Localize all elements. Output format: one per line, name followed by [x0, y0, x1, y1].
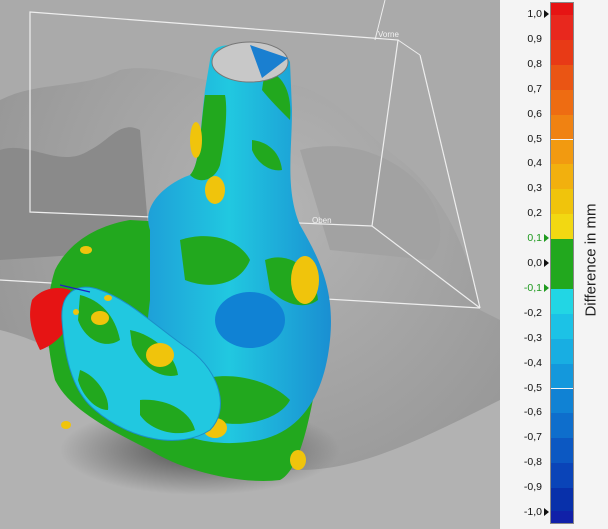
scale-tick-label: -0,8: [523, 456, 542, 469]
scale-tick-label: 0,4: [527, 157, 542, 170]
scale-tick-label: 0,3: [527, 182, 542, 195]
scale-over-range-cap: [551, 3, 573, 15]
scale-tick-label: -0,7: [523, 431, 542, 444]
scale-bin-0: [551, 15, 573, 40]
scale-marker-arrow: [544, 10, 549, 18]
scale-marker-arrow: [544, 259, 549, 267]
scale-bin-16: [551, 438, 573, 464]
deviation-region-yellow: [291, 256, 319, 304]
scale-tick-label: -0,6: [523, 406, 542, 419]
scale-tick-label: -0,3: [523, 331, 542, 344]
scale-marker-arrow: [544, 283, 549, 292]
scale-bin-9: [551, 239, 573, 289]
deviation-region-yellow: [205, 176, 225, 204]
scale-tick-label: -0,9: [523, 481, 542, 494]
scale-bin-10: [551, 288, 573, 314]
deviation-region-yellow: [146, 343, 174, 367]
color-scale-bar: [550, 2, 574, 524]
scale-bin-12: [551, 338, 573, 364]
scale-bin-6: [551, 164, 573, 190]
deviation-region-yellow: [104, 295, 112, 301]
color-legend-panel: 1,0 0,9 0,8 0,7 0,6 0,5 0,4 0,3 0,2 0,1 0,0 -0,1 -0,…: [500, 0, 608, 529]
scale-bin-1: [551, 39, 573, 65]
3d-viewport[interactable]: Vorne Oben: [0, 0, 500, 529]
scale-bin-5: [551, 139, 573, 165]
deviation-region-yellow: [91, 311, 109, 325]
deviation-region-yellow: [80, 246, 92, 254]
scale-bin-18: [551, 488, 573, 513]
scale-tick-label: 0,9: [527, 32, 542, 45]
scale-bin-15: [551, 413, 573, 439]
scale-bin-17: [551, 463, 573, 489]
scale-tick-label: 0,7: [527, 82, 542, 95]
scale-bin-2: [551, 64, 573, 90]
deviation-region-yellow: [290, 450, 306, 470]
scale-tick-label: 0,5: [527, 132, 542, 145]
scale-bin-14: [551, 388, 573, 414]
scale-tick-label: 0,2: [527, 207, 542, 220]
scale-marker-arrow: [544, 508, 549, 516]
scale-tick-label: -0,4: [523, 356, 542, 369]
scale-tick-label: 0,8: [527, 57, 542, 70]
scale-marker-arrow: [544, 234, 549, 243]
legend-title: Difference in mm: [582, 203, 600, 317]
scale-tick-label: -0,1: [523, 281, 542, 294]
scale-tick-label: -1,0: [523, 506, 542, 518]
plane-label-top: Vorne: [378, 30, 399, 39]
scale-bin-13: [551, 363, 573, 389]
scale-bin-7: [551, 189, 573, 215]
deviation-region-yellow: [61, 421, 71, 429]
scale-under-range-cap: [551, 511, 573, 523]
scale-tick-label: 0,6: [527, 107, 542, 120]
scale-bin-4: [551, 114, 573, 140]
scale-tick-label: 0,1: [527, 232, 542, 245]
plane-label-bottom: Oben: [312, 216, 332, 225]
scale-tick-label: -0,5: [523, 381, 542, 394]
deviation-region-yellow: [73, 309, 79, 315]
scale-bin-8: [551, 214, 573, 240]
scale-bin-11: [551, 313, 573, 339]
deviation-region-yellow: [190, 122, 202, 158]
scale-tick-label: 1,0: [527, 8, 542, 20]
scale-tick-label: -0,2: [523, 306, 542, 319]
scale-tick-label: 0,0: [527, 257, 542, 269]
scan-comparison-render[interactable]: Vorne Oben: [0, 0, 500, 529]
deviation-region-blue: [215, 292, 285, 348]
scale-bin-3: [551, 89, 573, 115]
